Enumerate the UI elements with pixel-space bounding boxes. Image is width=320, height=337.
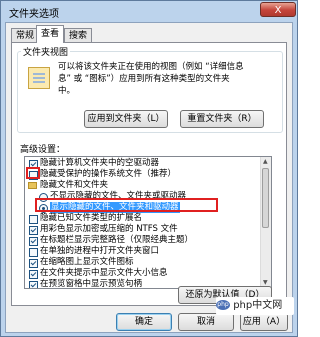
list-item-label: 在单独的进程中打开文件夹窗口 (40, 246, 160, 256)
watermark-text: php中文网 (233, 300, 283, 311)
tab-view[interactable]: 查看 (36, 25, 65, 43)
list-item-label: 在文件夹提示中显示文件大小信息 (40, 268, 168, 278)
list-item-label: 在标题栏显示完整路径（仅限经典主题） (40, 235, 194, 245)
checkbox[interactable] (29, 281, 38, 288)
checkbox[interactable] (29, 237, 38, 246)
php-logo-icon: php (216, 300, 230, 310)
description-line-2: 息” 或 “图标”）应用到所有这种类型的文件夹 (58, 74, 230, 84)
ok-button[interactable]: 确定 (116, 313, 172, 331)
list-item-label: 在预览窗格中显示预览句柄 (40, 279, 143, 289)
list-item-label: 隐藏受保护的操作系统文件（推荐） (40, 169, 177, 179)
cancel-button[interactable]: 取消 (178, 313, 234, 331)
checkbox[interactable] (29, 248, 38, 257)
advanced-settings-list[interactable]: 隐藏计算机文件夹中的空驱动器 隐藏受保护的操作系统文件（推荐） 隐藏文件和文件夹… (24, 156, 272, 289)
list-item-label: 用彩色显示加密或压缩的 NTFS 文件 (40, 224, 178, 234)
scroll-up-icon[interactable]: ▲ (263, 158, 268, 166)
folder-icon (28, 182, 37, 189)
list-item-label: 隐藏文件和文件夹 (40, 180, 109, 190)
view-tab-panel: 文件夹视图 可以将该文件夹正在使用的视图（例如 “详细信息 息” 或 “图标”）… (11, 42, 287, 306)
description-line-1: 可以将该文件夹正在使用的视图（例如 “详细信息 (58, 62, 244, 72)
checkbox[interactable] (29, 259, 38, 268)
window-title: 文件夹选项 (9, 9, 59, 20)
checkbox[interactable] (29, 270, 38, 279)
list-item-label: 在缩略图上显示文件图标 (40, 257, 134, 267)
apply-to-folders-button[interactable]: 应用到文件夹（L） (84, 110, 168, 128)
reset-folders-button[interactable]: 重置文件夹（R） (180, 110, 264, 128)
folder-views-description: 可以将该文件夹正在使用的视图（例如 “详细信息 息” 或 “图标”）应用到所有这… (58, 61, 280, 97)
annotation-box-hidden-protected (26, 167, 40, 179)
list-item-label: 隐藏已知文件类型的扩展名 (40, 213, 143, 223)
vertical-scrollbar[interactable]: ▲ ▼ (260, 157, 271, 288)
scrollbar-thumb[interactable] (262, 168, 269, 228)
apply-button[interactable]: 应用（A） (240, 313, 288, 331)
list-item-label: 隐藏计算机文件夹中的空驱动器 (40, 158, 160, 168)
description-line-3: 中。 (58, 86, 76, 96)
advanced-settings-label: 高级设置： (20, 145, 66, 155)
watermark: php php中文网 (216, 297, 294, 315)
close-button[interactable]: X (260, 2, 296, 17)
folder-view-icon (28, 67, 50, 89)
folder-views-label: 文件夹视图 (21, 45, 71, 58)
dialog-client-area: 常规 查看 搜索 文件夹视图 可以将该文件夹正在使用的视图（例如 “详细信息 息… (5, 22, 293, 333)
tab-general[interactable]: 常规 (11, 28, 40, 42)
checkbox[interactable] (29, 226, 38, 235)
checkbox[interactable] (29, 215, 38, 224)
tab-search[interactable]: 搜索 (64, 28, 93, 42)
annotation-box-show-hidden (35, 198, 218, 212)
folder-options-window: 文件夹选项 X 常规 查看 搜索 文件夹视图 可以将该文件夹正在使用的视图（例如… (0, 0, 298, 337)
